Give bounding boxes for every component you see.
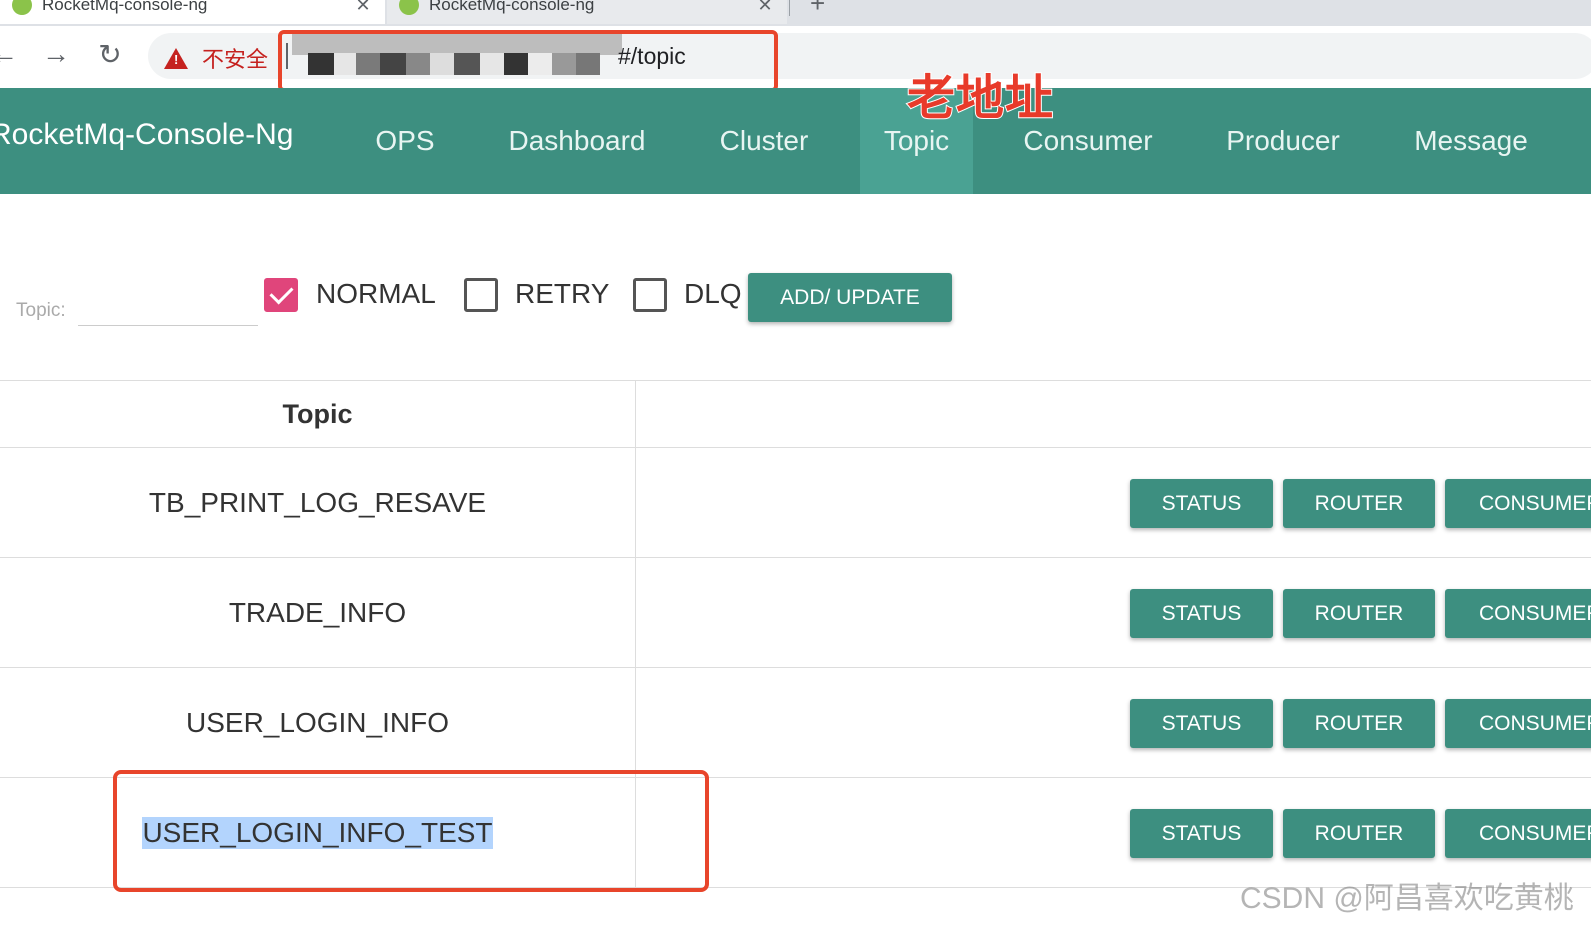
consumer-button[interactable]: CONSUMER bbox=[1445, 809, 1591, 858]
dlq-checkbox[interactable] bbox=[633, 278, 667, 312]
consumer-button[interactable]: CONSUMER bbox=[1445, 699, 1591, 748]
topic-filter-input[interactable] bbox=[78, 290, 258, 326]
spring-leaf-icon bbox=[12, 0, 32, 15]
close-icon[interactable]: ✕ bbox=[753, 0, 777, 16]
router-button[interactable]: ROUTER bbox=[1283, 809, 1435, 858]
consumer-button[interactable]: CONSUMER bbox=[1445, 479, 1591, 528]
nav-item-cluster[interactable]: Cluster bbox=[704, 88, 824, 194]
topic-cell: TRADE_INFO bbox=[0, 558, 636, 667]
consumer-button[interactable]: CONSUMER bbox=[1445, 589, 1591, 638]
retry-checkbox[interactable] bbox=[464, 278, 498, 312]
browser-tab[interactable]: RocketMq-console-ng ✕ bbox=[387, 0, 787, 24]
topic-name: TRADE_INFO bbox=[228, 596, 407, 628]
back-arrow-icon[interactable]: ← bbox=[0, 36, 22, 72]
nav-item-ops[interactable]: OPS bbox=[362, 88, 448, 194]
router-button[interactable]: ROUTER bbox=[1283, 479, 1435, 528]
browser-toolbar: ← → ↻ 不安全 #/topic bbox=[0, 26, 1591, 88]
column-header-topic: Topic bbox=[0, 381, 636, 448]
nav-item-producer[interactable]: Producer bbox=[1210, 88, 1356, 194]
tab-title: RocketMq-console-ng bbox=[429, 0, 595, 14]
reload-icon[interactable]: ↻ bbox=[92, 36, 128, 72]
add-update-button[interactable]: ADD/ UPDATE bbox=[748, 273, 952, 322]
table-row: TB_PRINT_LOG_RESAVE STATUS ROUTER CONSUM… bbox=[0, 448, 1591, 558]
nav-item-message[interactable]: Message bbox=[1396, 88, 1546, 194]
router-button[interactable]: ROUTER bbox=[1283, 699, 1435, 748]
url-highlight-box bbox=[278, 30, 778, 92]
status-button[interactable]: STATUS bbox=[1130, 479, 1273, 528]
nav-item-dashboard[interactable]: Dashboard bbox=[488, 88, 666, 194]
spring-leaf-icon bbox=[399, 0, 419, 15]
topic-name: USER_LOGIN_INFO bbox=[186, 706, 449, 738]
forward-arrow-icon[interactable]: → bbox=[38, 36, 74, 72]
topic-highlight-box bbox=[113, 770, 709, 892]
app-brand[interactable]: RocketMq-Console-Ng bbox=[0, 118, 293, 152]
status-button[interactable]: STATUS bbox=[1130, 589, 1273, 638]
close-icon[interactable]: ✕ bbox=[351, 0, 375, 16]
normal-checkbox-label[interactable]: NORMAL bbox=[316, 278, 436, 310]
warning-icon bbox=[164, 47, 188, 69]
router-button[interactable]: ROUTER bbox=[1283, 589, 1435, 638]
watermark: CSDN @阿昌喜欢吃黄桃 bbox=[1240, 882, 1574, 915]
retry-checkbox-label[interactable]: RETRY bbox=[515, 278, 609, 310]
dlq-checkbox-label[interactable]: DLQ bbox=[684, 278, 742, 310]
table-header: Topic bbox=[0, 380, 1591, 448]
new-tab-icon[interactable]: + bbox=[810, 0, 825, 19]
tab-title: RocketMq-console-ng bbox=[42, 0, 208, 14]
tab-divider bbox=[789, 0, 790, 16]
table-row: USER_LOGIN_INFO STATUS ROUTER CONSUMER bbox=[0, 668, 1591, 778]
topic-filter-label: Topic: bbox=[16, 300, 66, 321]
browser-tab-strip: RocketMq-console-ng ✕ RocketMq-console-n… bbox=[0, 0, 1591, 26]
status-button[interactable]: STATUS bbox=[1130, 699, 1273, 748]
status-button[interactable]: STATUS bbox=[1130, 809, 1273, 858]
browser-tab-active[interactable]: RocketMq-console-ng ✕ bbox=[0, 0, 385, 24]
topic-filter-bar: Topic: NORMAL RETRY DLQ ADD/ UPDATE bbox=[0, 250, 1591, 340]
normal-checkbox[interactable] bbox=[264, 278, 298, 312]
app-navbar: RocketMq-Console-Ng OPS Dashboard Cluste… bbox=[0, 88, 1591, 194]
table-row: TRADE_INFO STATUS ROUTER CONSUMER bbox=[0, 558, 1591, 668]
security-label: 不安全 bbox=[202, 47, 269, 72]
topic-name: TB_PRINT_LOG_RESAVE bbox=[148, 486, 487, 518]
topic-cell: USER_LOGIN_INFO bbox=[0, 668, 636, 777]
security-indicator[interactable]: 不安全 bbox=[164, 42, 268, 74]
annotation-label: 老地址 bbox=[906, 71, 1055, 126]
topic-cell: TB_PRINT_LOG_RESAVE bbox=[0, 448, 636, 557]
